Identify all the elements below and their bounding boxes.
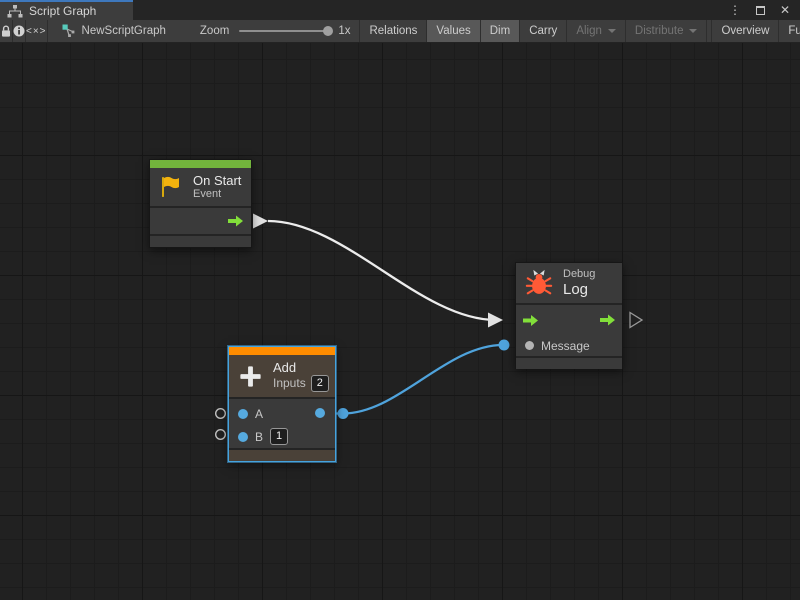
dropdown-arrow-icon — [608, 29, 616, 33]
graph-reference[interactable]: NewScriptGraph — [62, 24, 166, 38]
tab-script-graph[interactable]: Script Graph — [0, 0, 133, 20]
wire-start-dot-icon — [338, 408, 349, 419]
node-add[interactable]: Add Inputs 2 A B 1 — [228, 346, 336, 462]
zoom-slider-handle[interactable] — [323, 26, 333, 36]
message-port-label: Message — [541, 339, 590, 353]
kebab-menu-icon[interactable]: ⋮ — [729, 0, 741, 20]
inputs-count-field[interactable]: 2 — [311, 375, 329, 392]
zoom-label: Zoom — [200, 25, 229, 37]
flow-output-port-icon[interactable] — [599, 314, 616, 327]
code-preview-button[interactable]: <×> — [26, 20, 48, 43]
title-bar: Script Graph ⋮ ✕ — [0, 0, 800, 20]
port-b-input[interactable] — [238, 432, 248, 442]
port-b-label: B — [255, 430, 263, 444]
value-wire-add-to-message[interactable] — [321, 345, 503, 414]
window-controls: ⋮ ✕ — [729, 0, 800, 20]
close-icon[interactable]: ✕ — [780, 0, 790, 20]
full-screen-button[interactable]: Full Screen — [779, 20, 800, 43]
lock-icon — [0, 25, 12, 38]
port-b-value-field[interactable]: 1 — [270, 428, 288, 445]
bug-icon — [524, 268, 554, 298]
sum-output-port[interactable] — [315, 408, 325, 418]
lock-button[interactable] — [0, 20, 13, 43]
control-wire-onstart-to-log[interactable] — [268, 221, 496, 320]
zoom-slider[interactable] — [239, 30, 331, 32]
zoom-value: 1x — [338, 25, 350, 37]
info-icon — [13, 25, 25, 37]
distribute-dropdown[interactable]: Distribute — [626, 20, 708, 43]
tab-label: Script Graph — [29, 4, 96, 18]
flow-output-port-icon[interactable] — [227, 215, 244, 228]
flag-icon — [158, 174, 184, 200]
node-footer — [516, 358, 622, 369]
wire-end-dot-icon — [499, 340, 510, 351]
script-graph-asset-icon — [62, 24, 76, 38]
graph-name-label: NewScriptGraph — [82, 25, 166, 37]
graph-canvas[interactable]: On Start Event — [0, 43, 800, 600]
event-color-strip — [150, 160, 251, 168]
wire-start-arrow-icon — [253, 214, 268, 229]
toolbar-buttons: Relations Values Dim Carry Align Distrib… — [359, 20, 800, 43]
wire-layer — [0, 43, 800, 600]
node-on-start-event[interactable]: On Start Event — [149, 159, 252, 248]
node-title: On Start — [193, 173, 241, 188]
node-footer — [150, 236, 251, 247]
zoom-control: Zoom 1x — [200, 25, 360, 37]
info-button[interactable] — [13, 20, 26, 43]
math-color-strip — [229, 347, 335, 355]
flow-continuation-hint-icon[interactable] — [630, 313, 642, 328]
values-button[interactable]: Values — [427, 20, 480, 43]
relations-button[interactable]: Relations — [360, 20, 427, 43]
graph-hierarchy-icon — [7, 5, 23, 18]
script-graph-window: Script Graph ⋮ ✕ <×> — [0, 0, 800, 600]
align-dropdown[interactable]: Align — [567, 20, 626, 43]
port-a-input[interactable] — [238, 409, 248, 419]
unconnected-port-hint-b-icon[interactable] — [216, 430, 226, 440]
inputs-label: Inputs — [273, 377, 306, 390]
node-subtitle: Event — [193, 188, 241, 201]
graph-toolbar: <×> NewScriptGraph Zoom 1x Relations Val… — [0, 20, 800, 43]
unconnected-port-hint-a-icon[interactable] — [216, 409, 226, 419]
node-debug-log[interactable]: Debug Log Message — [515, 262, 623, 369]
carry-button[interactable]: Carry — [520, 20, 567, 43]
node-title: Log — [563, 281, 595, 298]
message-input-port[interactable] — [525, 341, 534, 350]
flow-input-port-icon[interactable] — [522, 314, 539, 327]
port-a-label: A — [255, 407, 263, 421]
node-title: Add — [273, 360, 329, 375]
dim-button[interactable]: Dim — [481, 20, 520, 43]
node-category: Debug — [563, 268, 595, 281]
dropdown-arrow-icon — [689, 29, 697, 33]
node-footer — [229, 450, 335, 461]
overview-button[interactable]: Overview — [711, 20, 779, 43]
plus-icon — [237, 363, 264, 390]
maximize-icon[interactable] — [756, 6, 765, 15]
wire-end-arrow-icon — [488, 313, 503, 328]
